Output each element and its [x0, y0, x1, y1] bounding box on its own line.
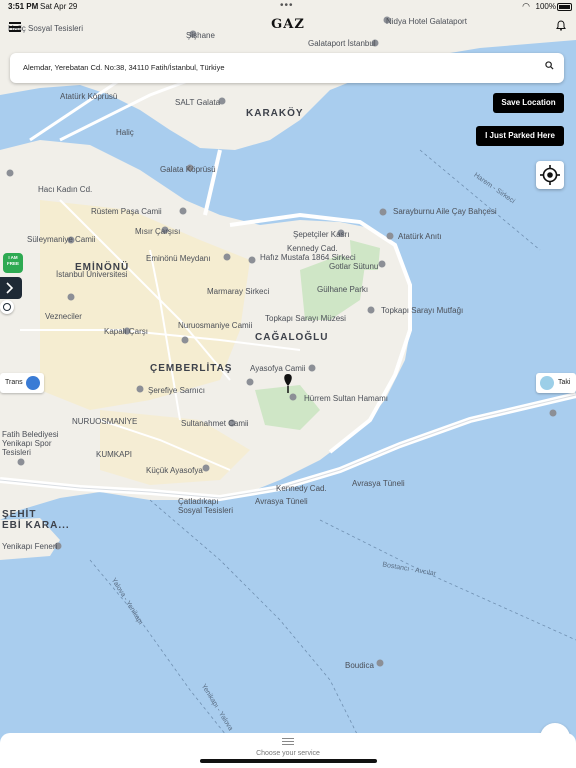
map-label: ÇEMBERLİTAŞ	[150, 363, 233, 374]
top-bar: GAZ	[0, 14, 576, 38]
map-label: Yenikapı Feneri	[2, 542, 58, 551]
chip-label: Taki	[558, 379, 571, 386]
map-label: Gülhane Parkı	[317, 285, 369, 294]
home-indicator[interactable]	[200, 759, 377, 763]
map-label: Hafız Mustafa 1864 Sirkeci	[260, 253, 356, 262]
map-label: Eminönü Meydanı	[146, 254, 211, 263]
brand-logo: GAZ	[271, 17, 305, 32]
map-label: Çatladıkapı Sosyal Tesisleri	[178, 497, 233, 515]
service-chip-taxi[interactable]: Taki	[536, 373, 576, 393]
map-label: Şerefiye Sarnıcı	[148, 386, 205, 395]
battery-level: 100%	[535, 2, 556, 11]
map-label: Boudica	[345, 661, 374, 670]
status-bar: 3:51 PM Sat Apr 29 ••• ◠ 100%	[0, 0, 576, 14]
status-time: 3:51 PM	[8, 2, 39, 11]
chevron-right-icon	[6, 282, 14, 294]
multitasking-dots-icon[interactable]: •••	[280, 0, 294, 11]
address-text: Alemdar, Yerebatan Cd. No:38, 34110 Fati…	[23, 63, 225, 72]
map-label: Süleymaniye Camii	[27, 235, 96, 244]
map-label: Küçük Ayasofya	[146, 466, 203, 475]
bus-icon	[26, 376, 40, 390]
status-date: Sat Apr 29	[40, 2, 78, 11]
map-label: NURUOSMANİYE	[72, 417, 138, 426]
search-icon[interactable]	[545, 61, 554, 70]
map-label: Rüstem Paşa Camii	[91, 207, 162, 216]
taxi-icon	[540, 376, 554, 390]
map-label: Vezneciler	[45, 312, 82, 321]
save-location-button[interactable]: Save Location	[493, 93, 564, 113]
service-chip-trans[interactable]: Trans	[0, 373, 44, 393]
map-label: Sultanahmet Camii	[181, 419, 249, 428]
notification-bell-icon[interactable]	[556, 20, 566, 34]
side-panel-toggle[interactable]	[0, 277, 22, 299]
map-label: Gotlar Sütunu	[329, 262, 379, 271]
address-search-bar[interactable]: Alemdar, Yerebatan Cd. No:38, 34110 Fati…	[10, 53, 564, 83]
map-label: SALT Galata	[175, 98, 221, 107]
map-label: Haliç	[116, 128, 134, 137]
map-label: Ayasofya Camii	[250, 364, 306, 373]
battery-icon	[557, 3, 572, 11]
map-label: Topkapı Sarayı Mutfağı	[381, 306, 464, 315]
map-label: EBİ KARA...	[2, 520, 70, 531]
free-badge[interactable]: I AM FREE	[3, 253, 23, 273]
map-label: Fatih Belediyesi Yenikapı Spor Tesisleri	[2, 430, 59, 457]
choose-service-label: Choose your service	[256, 750, 320, 757]
map-label: Şepetçiler Kasrı	[293, 230, 350, 239]
map-label: Kennedy Cad.	[287, 244, 338, 253]
map-label: Marmaray Sirkeci	[207, 287, 270, 296]
map-label: Hacı Kadın Cd.	[38, 185, 93, 194]
drag-handle-icon[interactable]	[282, 738, 294, 745]
map-label: KARAKÖY	[246, 108, 304, 119]
crosshair-icon	[540, 165, 560, 185]
map-label: Nuruosmaniye Camii	[178, 321, 253, 330]
map-label: Topkapı Sarayı Müzesi	[265, 314, 346, 323]
map-label: Avrasya Tüneli	[352, 479, 405, 488]
map-label: ŞEHİT	[2, 509, 37, 520]
map-label: İstanbul Üniversitesi	[56, 270, 128, 279]
wifi-icon: ◠	[522, 1, 530, 11]
menu-icon[interactable]	[9, 22, 21, 32]
just-parked-button[interactable]: I Just Parked Here	[476, 126, 564, 146]
map-label: Kapalı Çarşı	[104, 327, 149, 336]
map-label: Kennedy Cad.	[276, 484, 327, 493]
map-label: Avrasya Tüneli	[255, 497, 308, 506]
map-label: Hürrem Sultan Hamamı	[304, 394, 389, 403]
map-label: Atatürk Köprüsü	[60, 92, 118, 101]
chip-label: Trans	[5, 379, 23, 386]
map-label: Atatürk Anıtı	[398, 232, 442, 241]
map-label: CAĞALOĞLU	[255, 332, 329, 343]
map-label: Mısır Çarşısı	[135, 227, 181, 236]
map-label: KUMKAPI	[96, 450, 133, 459]
map-label: Sarayburnu Aile Çay Bahçesi	[393, 207, 497, 216]
user-location-marker-icon[interactable]	[0, 300, 14, 314]
map-label: Galataport İstanbul	[308, 39, 376, 48]
locate-me-button[interactable]	[536, 161, 564, 189]
map-label: Galata Köprüsü	[160, 165, 216, 174]
